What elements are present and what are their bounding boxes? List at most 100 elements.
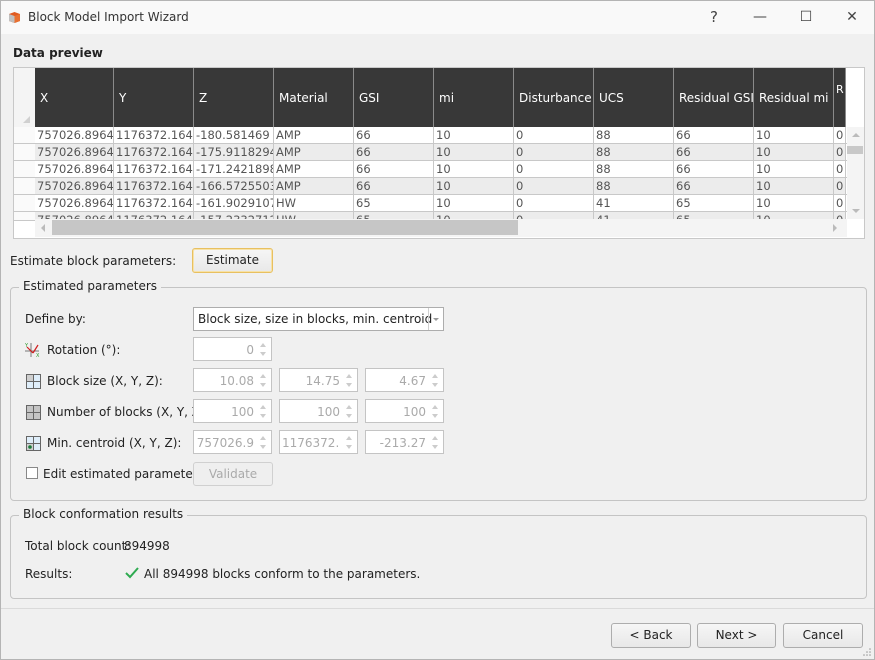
table-cell[interactable]: 10	[754, 161, 834, 177]
table-cell[interactable]: 757026.8964	[35, 144, 114, 160]
row-header[interactable]	[14, 161, 35, 177]
table-cell[interactable]: 0	[834, 178, 846, 194]
table-cell[interactable]: 66	[674, 144, 754, 160]
table-cell[interactable]: -166.5725503	[194, 178, 274, 194]
spin-down-icon[interactable]	[260, 383, 266, 387]
table-cell[interactable]: AMP	[274, 161, 354, 177]
table-cell[interactable]: 0	[514, 178, 594, 194]
table-cell[interactable]: 10	[754, 144, 834, 160]
table-cell[interactable]: 66	[354, 144, 434, 160]
table-cell[interactable]: 66	[354, 127, 434, 143]
table-row[interactable]: 757026.8964 1176372.164 -161.9029107 HW 65 10…	[14, 195, 847, 212]
num-blocks-x-spinbox[interactable]: 100	[193, 399, 272, 423]
table-cell[interactable]: 1176372.164	[114, 195, 194, 211]
table-cell[interactable]: 10	[754, 195, 834, 211]
table-cell[interactable]: 10	[754, 178, 834, 194]
table-cell[interactable]: 10	[434, 195, 514, 211]
spin-down-icon[interactable]	[260, 414, 266, 418]
min-centroid-y-spinbox[interactable]: 1176372.16	[279, 430, 358, 454]
table-row[interactable]: 757026.8964 1176372.164 -166.5725503 AMP 66 1…	[14, 178, 847, 195]
spin-down-icon[interactable]	[432, 383, 438, 387]
table-cell[interactable]: 66	[674, 127, 754, 143]
row-header[interactable]	[14, 144, 35, 160]
block-size-y-spinbox[interactable]: 14.75	[279, 368, 358, 392]
horizontal-scrollbar[interactable]	[35, 219, 847, 237]
scroll-left-icon[interactable]	[41, 224, 45, 232]
column-header[interactable]: Y	[114, 68, 194, 127]
table-cell[interactable]: 65	[674, 195, 754, 211]
table-cell[interactable]: 1176372.164	[114, 178, 194, 194]
table-cell[interactable]: 757026.8964	[35, 127, 114, 143]
table-cell[interactable]: -175.9118294	[194, 144, 274, 160]
column-header[interactable]: R D	[834, 68, 846, 127]
table-cell[interactable]: 0	[514, 144, 594, 160]
table-cell[interactable]: 41	[594, 195, 674, 211]
column-header[interactable]: Disturbance	[514, 68, 594, 127]
row-header[interactable]	[14, 127, 35, 143]
table-cell[interactable]: 757026.8964	[35, 161, 114, 177]
table-cell[interactable]: 1176372.164	[114, 127, 194, 143]
spin-up-icon[interactable]	[260, 343, 266, 347]
table-cell[interactable]: 66	[674, 161, 754, 177]
data-preview-grid[interactable]: X Y Z Material GSI mi Disturbance UCS Re…	[13, 67, 865, 239]
maximize-button[interactable]: ☐	[783, 1, 829, 34]
spin-up-icon[interactable]	[432, 374, 438, 378]
table-cell[interactable]: 88	[594, 127, 674, 143]
table-cell[interactable]: 10	[434, 161, 514, 177]
scroll-up-icon[interactable]	[852, 133, 860, 137]
table-cell[interactable]: -171.2421898	[194, 161, 274, 177]
min-centroid-z-spinbox[interactable]: -213.27	[365, 430, 444, 454]
table-cell[interactable]: -161.9029107	[194, 195, 274, 211]
column-header[interactable]: UCS	[594, 68, 674, 127]
table-cell[interactable]: 65	[354, 195, 434, 211]
table-cell[interactable]: 88	[594, 161, 674, 177]
block-size-z-spinbox[interactable]: 4.67	[365, 368, 444, 392]
estimate-button[interactable]: Estimate	[192, 248, 273, 273]
column-header[interactable]: Residual GSI	[674, 68, 754, 127]
define-by-dropdown[interactable]: Block size, size in blocks, min. centroi…	[193, 307, 444, 331]
block-size-x-spinbox[interactable]: 10.08	[193, 368, 272, 392]
column-header[interactable]: GSI	[354, 68, 434, 127]
spin-down-icon[interactable]	[346, 383, 352, 387]
table-cell[interactable]: 10	[434, 144, 514, 160]
spin-down-icon[interactable]	[432, 414, 438, 418]
grid-corner[interactable]	[14, 68, 35, 127]
back-button[interactable]: < Back	[611, 623, 691, 648]
table-cell[interactable]: AMP	[274, 144, 354, 160]
table-cell[interactable]: 757026.8964	[35, 178, 114, 194]
spin-down-icon[interactable]	[346, 445, 352, 449]
spin-down-icon[interactable]	[260, 352, 266, 356]
num-blocks-y-spinbox[interactable]: 100	[279, 399, 358, 423]
vertical-scrollbar[interactable]	[847, 127, 864, 219]
spin-down-icon[interactable]	[260, 445, 266, 449]
validate-button[interactable]: Validate	[193, 462, 273, 486]
table-cell[interactable]: AMP	[274, 178, 354, 194]
spin-up-icon[interactable]	[346, 436, 352, 440]
spin-up-icon[interactable]	[346, 405, 352, 409]
column-header[interactable]: X	[35, 68, 114, 127]
spin-down-icon[interactable]	[346, 414, 352, 418]
table-cell[interactable]: 66	[354, 161, 434, 177]
table-row[interactable]: 757026.8964 1176372.164 -171.2421898 AMP 66 1…	[14, 161, 847, 178]
min-centroid-x-spinbox[interactable]: 757026.9	[193, 430, 272, 454]
help-button[interactable]: ?	[691, 1, 737, 34]
table-cell[interactable]: -180.581469	[194, 127, 274, 143]
resize-grip-icon[interactable]	[862, 647, 872, 657]
table-row[interactable]: 757026.8964 1176372.164 -175.9118294 AMP 66 1…	[14, 144, 847, 161]
column-header[interactable]: Material	[274, 68, 354, 127]
scroll-right-icon[interactable]	[833, 224, 837, 232]
spin-up-icon[interactable]	[346, 374, 352, 378]
table-cell[interactable]: 0	[834, 161, 846, 177]
spin-down-icon[interactable]	[432, 445, 438, 449]
table-cell[interactable]: 1176372.164	[114, 161, 194, 177]
table-cell[interactable]: 0	[834, 144, 846, 160]
num-blocks-z-spinbox[interactable]: 100	[365, 399, 444, 423]
table-cell[interactable]: 1176372.164	[114, 144, 194, 160]
table-cell[interactable]: 10	[434, 178, 514, 194]
minimize-button[interactable]: —	[737, 1, 783, 34]
cancel-button[interactable]: Cancel	[783, 623, 863, 648]
close-button[interactable]: ✕	[829, 1, 875, 34]
scroll-down-icon[interactable]	[852, 209, 860, 213]
row-header[interactable]	[14, 212, 35, 220]
table-cell[interactable]: 66	[674, 178, 754, 194]
